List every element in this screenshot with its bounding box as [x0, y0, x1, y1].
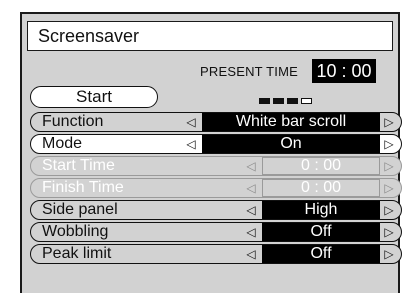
start-time-value: 0 : 00 — [262, 157, 380, 175]
arrow-right-icon[interactable]: ▷ — [382, 225, 396, 239]
mode-row[interactable]: Mode ◁ On ▷ — [30, 134, 402, 154]
function-row[interactable]: Function ◁ White bar scroll ▷ — [30, 112, 402, 132]
function-value: White bar scroll — [202, 113, 380, 131]
progress-segment — [301, 98, 312, 104]
arrow-left-icon[interactable]: ◁ — [184, 137, 198, 151]
arrow-left-icon: ◁ — [246, 159, 256, 173]
arrow-right-icon[interactable]: ▷ — [382, 115, 396, 129]
screensaver-menu: Screensaver PRESENT TIME 10 : 00 Start F… — [20, 12, 402, 293]
progress-indicator — [259, 98, 312, 104]
mode-value: On — [202, 135, 380, 153]
peak-limit-row[interactable]: Peak limit ◁ Off ▷ — [30, 244, 402, 264]
menu-title-bar: Screensaver — [27, 21, 393, 51]
arrow-right-icon[interactable]: ▷ — [382, 137, 396, 151]
progress-segment — [259, 98, 270, 104]
side-panel-value: High — [262, 201, 380, 219]
wobbling-value: Off — [262, 223, 380, 241]
finish-time-label: Finish Time — [42, 179, 124, 196]
peak-limit-label: Peak limit — [42, 245, 112, 262]
arrow-left-icon[interactable]: ◁ — [244, 203, 258, 217]
progress-segment — [273, 98, 284, 104]
start-button[interactable]: Start — [30, 86, 158, 108]
arrow-right-icon[interactable]: ▷ — [382, 203, 396, 217]
arrow-right-icon: ▷ — [384, 159, 394, 173]
mode-label: Mode — [42, 135, 83, 152]
finish-time-row: Finish Time ◁ 0 : 00 ▷ — [30, 178, 402, 198]
present-time-label: PRESENT TIME — [200, 64, 298, 79]
arrow-left-icon: ◁ — [246, 181, 256, 195]
wobbling-label: Wobbling — [42, 223, 109, 240]
present-time-value: 10 : 00 — [312, 59, 376, 83]
arrow-left-icon[interactable]: ◁ — [184, 115, 198, 129]
function-label: Function — [42, 113, 104, 130]
side-panel-row[interactable]: Side panel ◁ High ▷ — [30, 200, 402, 220]
arrow-left-icon[interactable]: ◁ — [244, 225, 258, 239]
arrow-left-icon[interactable]: ◁ — [244, 247, 258, 261]
side-panel-label: Side panel — [42, 201, 118, 218]
finish-time-value: 0 : 00 — [262, 179, 380, 197]
menu-title: Screensaver — [38, 26, 140, 46]
arrow-right-icon[interactable]: ▷ — [382, 247, 396, 261]
start-time-row: Start Time ◁ 0 : 00 ▷ — [30, 156, 402, 176]
progress-segment — [287, 98, 298, 104]
wobbling-row[interactable]: Wobbling ◁ Off ▷ — [30, 222, 402, 242]
start-time-label: Start Time — [42, 157, 115, 174]
arrow-right-icon: ▷ — [384, 181, 394, 195]
peak-limit-value: Off — [262, 245, 380, 263]
